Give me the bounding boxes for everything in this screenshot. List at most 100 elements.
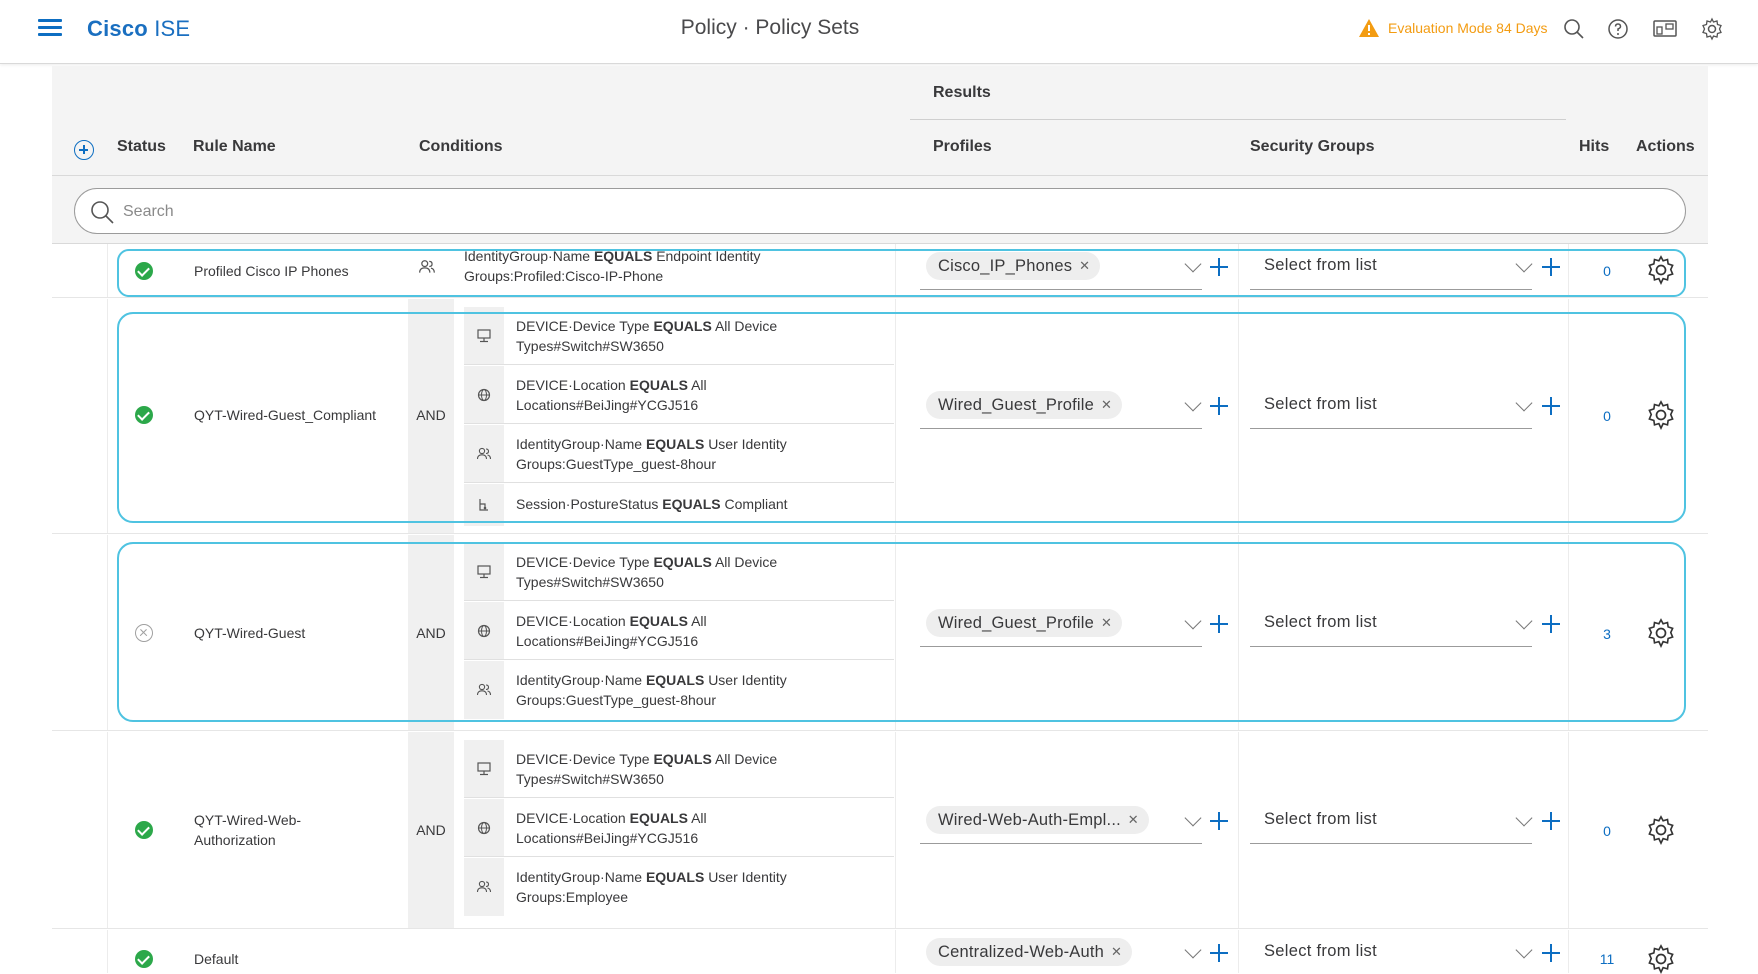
rule-name[interactable]: QYT-Wired-Web- Authorization <box>194 810 301 850</box>
profile-chip[interactable]: Wired_Guest_Profile ✕ <box>926 609 1123 637</box>
condition-item[interactable]: DEVICE·Device Type EQUALS All Device Typ… <box>464 543 894 601</box>
remove-chip-icon[interactable]: ✕ <box>1111 938 1122 966</box>
profile-select[interactable]: Wired_Guest_Profile ✕ <box>920 601 1202 647</box>
gear-icon[interactable] <box>1646 815 1676 845</box>
evaluation-mode-text: Evaluation Mode 84 Days <box>1388 20 1548 36</box>
search-input[interactable] <box>123 199 1623 225</box>
condition-text: DEVICE·Device Type EQUALS All Device Typ… <box>516 318 778 354</box>
rule-name[interactable]: QYT-Wired-Guest <box>194 623 305 643</box>
status-enabled-icon[interactable] <box>135 821 153 839</box>
search-icon[interactable] <box>1562 17 1586 41</box>
condition-item[interactable]: DEVICE·Device Type EQUALS All Device Typ… <box>464 307 894 365</box>
search-box[interactable] <box>74 188 1686 234</box>
results-header: Results <box>933 84 991 101</box>
location-icon <box>477 624 491 637</box>
security-group-select[interactable]: Select from list <box>1250 930 1532 973</box>
device-type-icon <box>477 761 491 775</box>
security-group-select[interactable]: Select from list <box>1250 244 1532 290</box>
device-type-icon <box>477 328 491 342</box>
profile-chip[interactable]: Centralized-Web-Auth ✕ <box>926 938 1133 966</box>
security-group-select[interactable]: Select from list <box>1250 798 1532 844</box>
add-security-group-button[interactable] <box>1542 258 1560 276</box>
status-enabled-icon[interactable] <box>135 406 153 424</box>
top-bar: Cisco ISE Policy · Policy Sets Evaluatio… <box>0 0 1758 64</box>
condition-text: IdentityGroup·Name EQUALS User Identity … <box>516 436 787 472</box>
table-row[interactable]: QYT-Wired-Web- Authorization AND DEVICE·D… <box>52 732 1708 929</box>
condition-item[interactable]: DEVICE·Location EQUALS All Locations#Bei… <box>464 799 894 857</box>
remove-chip-icon[interactable]: ✕ <box>1101 391 1112 419</box>
condition-text: DEVICE·Device Type EQUALS All Device Typ… <box>516 554 778 590</box>
condition-item[interactable]: IdentityGroup·Name EQUALS User Identity … <box>464 661 894 719</box>
profile-select[interactable]: Cisco_IP_Phones ✕ <box>920 244 1202 290</box>
security-groups-header[interactable]: Security Groups <box>1250 138 1374 156</box>
help-icon[interactable] <box>1606 17 1630 41</box>
add-profile-button[interactable] <box>1210 812 1228 830</box>
condition-item[interactable]: IdentityGroup·Name EQUALS Endpoint Ident… <box>464 244 894 290</box>
profile-chip[interactable]: Wired_Guest_Profile ✕ <box>926 391 1123 419</box>
profile-select[interactable]: Wired-Web-Auth-Empl... ✕ <box>920 798 1202 844</box>
gear-icon[interactable] <box>1646 944 1676 974</box>
profile-chip[interactable]: Cisco_IP_Phones ✕ <box>926 252 1101 280</box>
add-security-group-button[interactable] <box>1542 944 1560 962</box>
security-group-select[interactable]: Select from list <box>1250 601 1532 647</box>
posture-icon <box>479 499 488 511</box>
profile-chip[interactable]: Wired-Web-Auth-Empl... ✕ <box>926 806 1149 834</box>
user-group-icon <box>476 683 492 696</box>
warning-icon <box>1359 19 1379 37</box>
status-header[interactable]: Status <box>117 138 166 156</box>
condition-text: IdentityGroup·Name EQUALS Endpoint Ident… <box>464 248 761 284</box>
remove-chip-icon[interactable]: ✕ <box>1079 252 1090 280</box>
condition-text: DEVICE·Device Type EQUALS All Device Typ… <box>516 751 778 787</box>
add-security-group-button[interactable] <box>1542 397 1560 415</box>
settings-icon[interactable] <box>1700 17 1724 41</box>
gear-icon[interactable] <box>1646 255 1676 285</box>
location-icon <box>477 388 491 401</box>
status-enabled-icon[interactable] <box>135 950 153 968</box>
profile-select[interactable]: Wired_Guest_Profile ✕ <box>920 383 1202 429</box>
remove-chip-icon[interactable]: ✕ <box>1128 806 1139 834</box>
conditions-header[interactable]: Conditions <box>419 138 503 156</box>
hits-count[interactable]: 0 <box>1592 263 1622 279</box>
table-row[interactable]: QYT-Wired-Guest_Compliant AND DEVICE·Dev… <box>52 299 1708 534</box>
status-enabled-icon[interactable] <box>135 262 153 280</box>
table-row[interactable]: QYT-Wired-Guest AND DEVICE·Device Type E… <box>52 535 1708 731</box>
condition-text: Session·PostureStatus EQUALS Compliant <box>516 496 788 512</box>
hits-count[interactable]: 0 <box>1592 823 1622 839</box>
status-disabled-icon[interactable] <box>135 624 153 642</box>
condition-operator[interactable]: AND <box>408 407 454 423</box>
rule-name-header[interactable]: Rule Name <box>193 138 276 156</box>
evaluation-mode-notice[interactable]: Evaluation Mode 84 Days <box>1358 18 1548 38</box>
condition-operator[interactable]: AND <box>408 625 454 641</box>
device-type-icon <box>477 564 491 578</box>
profile-select[interactable]: Centralized-Web-Auth ✕ <box>920 930 1202 973</box>
add-profile-button[interactable] <box>1210 944 1228 962</box>
condition-item[interactable]: IdentityGroup·Name EQUALS User Identity … <box>464 425 894 483</box>
hits-count[interactable]: 11 <box>1592 951 1622 967</box>
profiles-header[interactable]: Profiles <box>933 138 992 156</box>
gear-icon[interactable] <box>1646 400 1676 430</box>
condition-operator[interactable]: AND <box>408 822 454 838</box>
condition-item[interactable]: DEVICE·Device Type EQUALS All Device Typ… <box>464 740 894 798</box>
remove-chip-icon[interactable]: ✕ <box>1101 609 1112 637</box>
rule-name[interactable]: QYT-Wired-Guest_Compliant <box>194 405 376 425</box>
condition-item[interactable]: Session·PostureStatus EQUALS Compliant <box>464 484 894 526</box>
add-security-group-button[interactable] <box>1542 615 1560 633</box>
hits-header[interactable]: Hits <box>1579 138 1609 156</box>
table-row[interactable]: Profiled Cisco IP Phones IdentityGroup·N… <box>52 244 1708 298</box>
rule-name[interactable]: Profiled Cisco IP Phones <box>194 261 349 281</box>
dashboard-icon[interactable] <box>1652 17 1678 41</box>
add-rule-button[interactable] <box>74 140 94 160</box>
hits-count[interactable]: 0 <box>1592 408 1622 424</box>
condition-item[interactable]: DEVICE·Location EQUALS All Locations#Bei… <box>464 366 894 424</box>
security-group-select[interactable]: Select from list <box>1250 383 1532 429</box>
rule-name[interactable]: Default <box>194 949 238 969</box>
condition-item[interactable]: DEVICE·Location EQUALS All Locations#Bei… <box>464 602 894 660</box>
add-profile-button[interactable] <box>1210 258 1228 276</box>
hits-count[interactable]: 3 <box>1592 626 1622 642</box>
gear-icon[interactable] <box>1646 618 1676 648</box>
add-security-group-button[interactable] <box>1542 812 1560 830</box>
add-profile-button[interactable] <box>1210 615 1228 633</box>
condition-item[interactable]: IdentityGroup·Name EQUALS User Identity … <box>464 858 894 916</box>
table-row[interactable]: Default Centralized-Web-Auth ✕ Select fro… <box>52 930 1708 974</box>
add-profile-button[interactable] <box>1210 397 1228 415</box>
